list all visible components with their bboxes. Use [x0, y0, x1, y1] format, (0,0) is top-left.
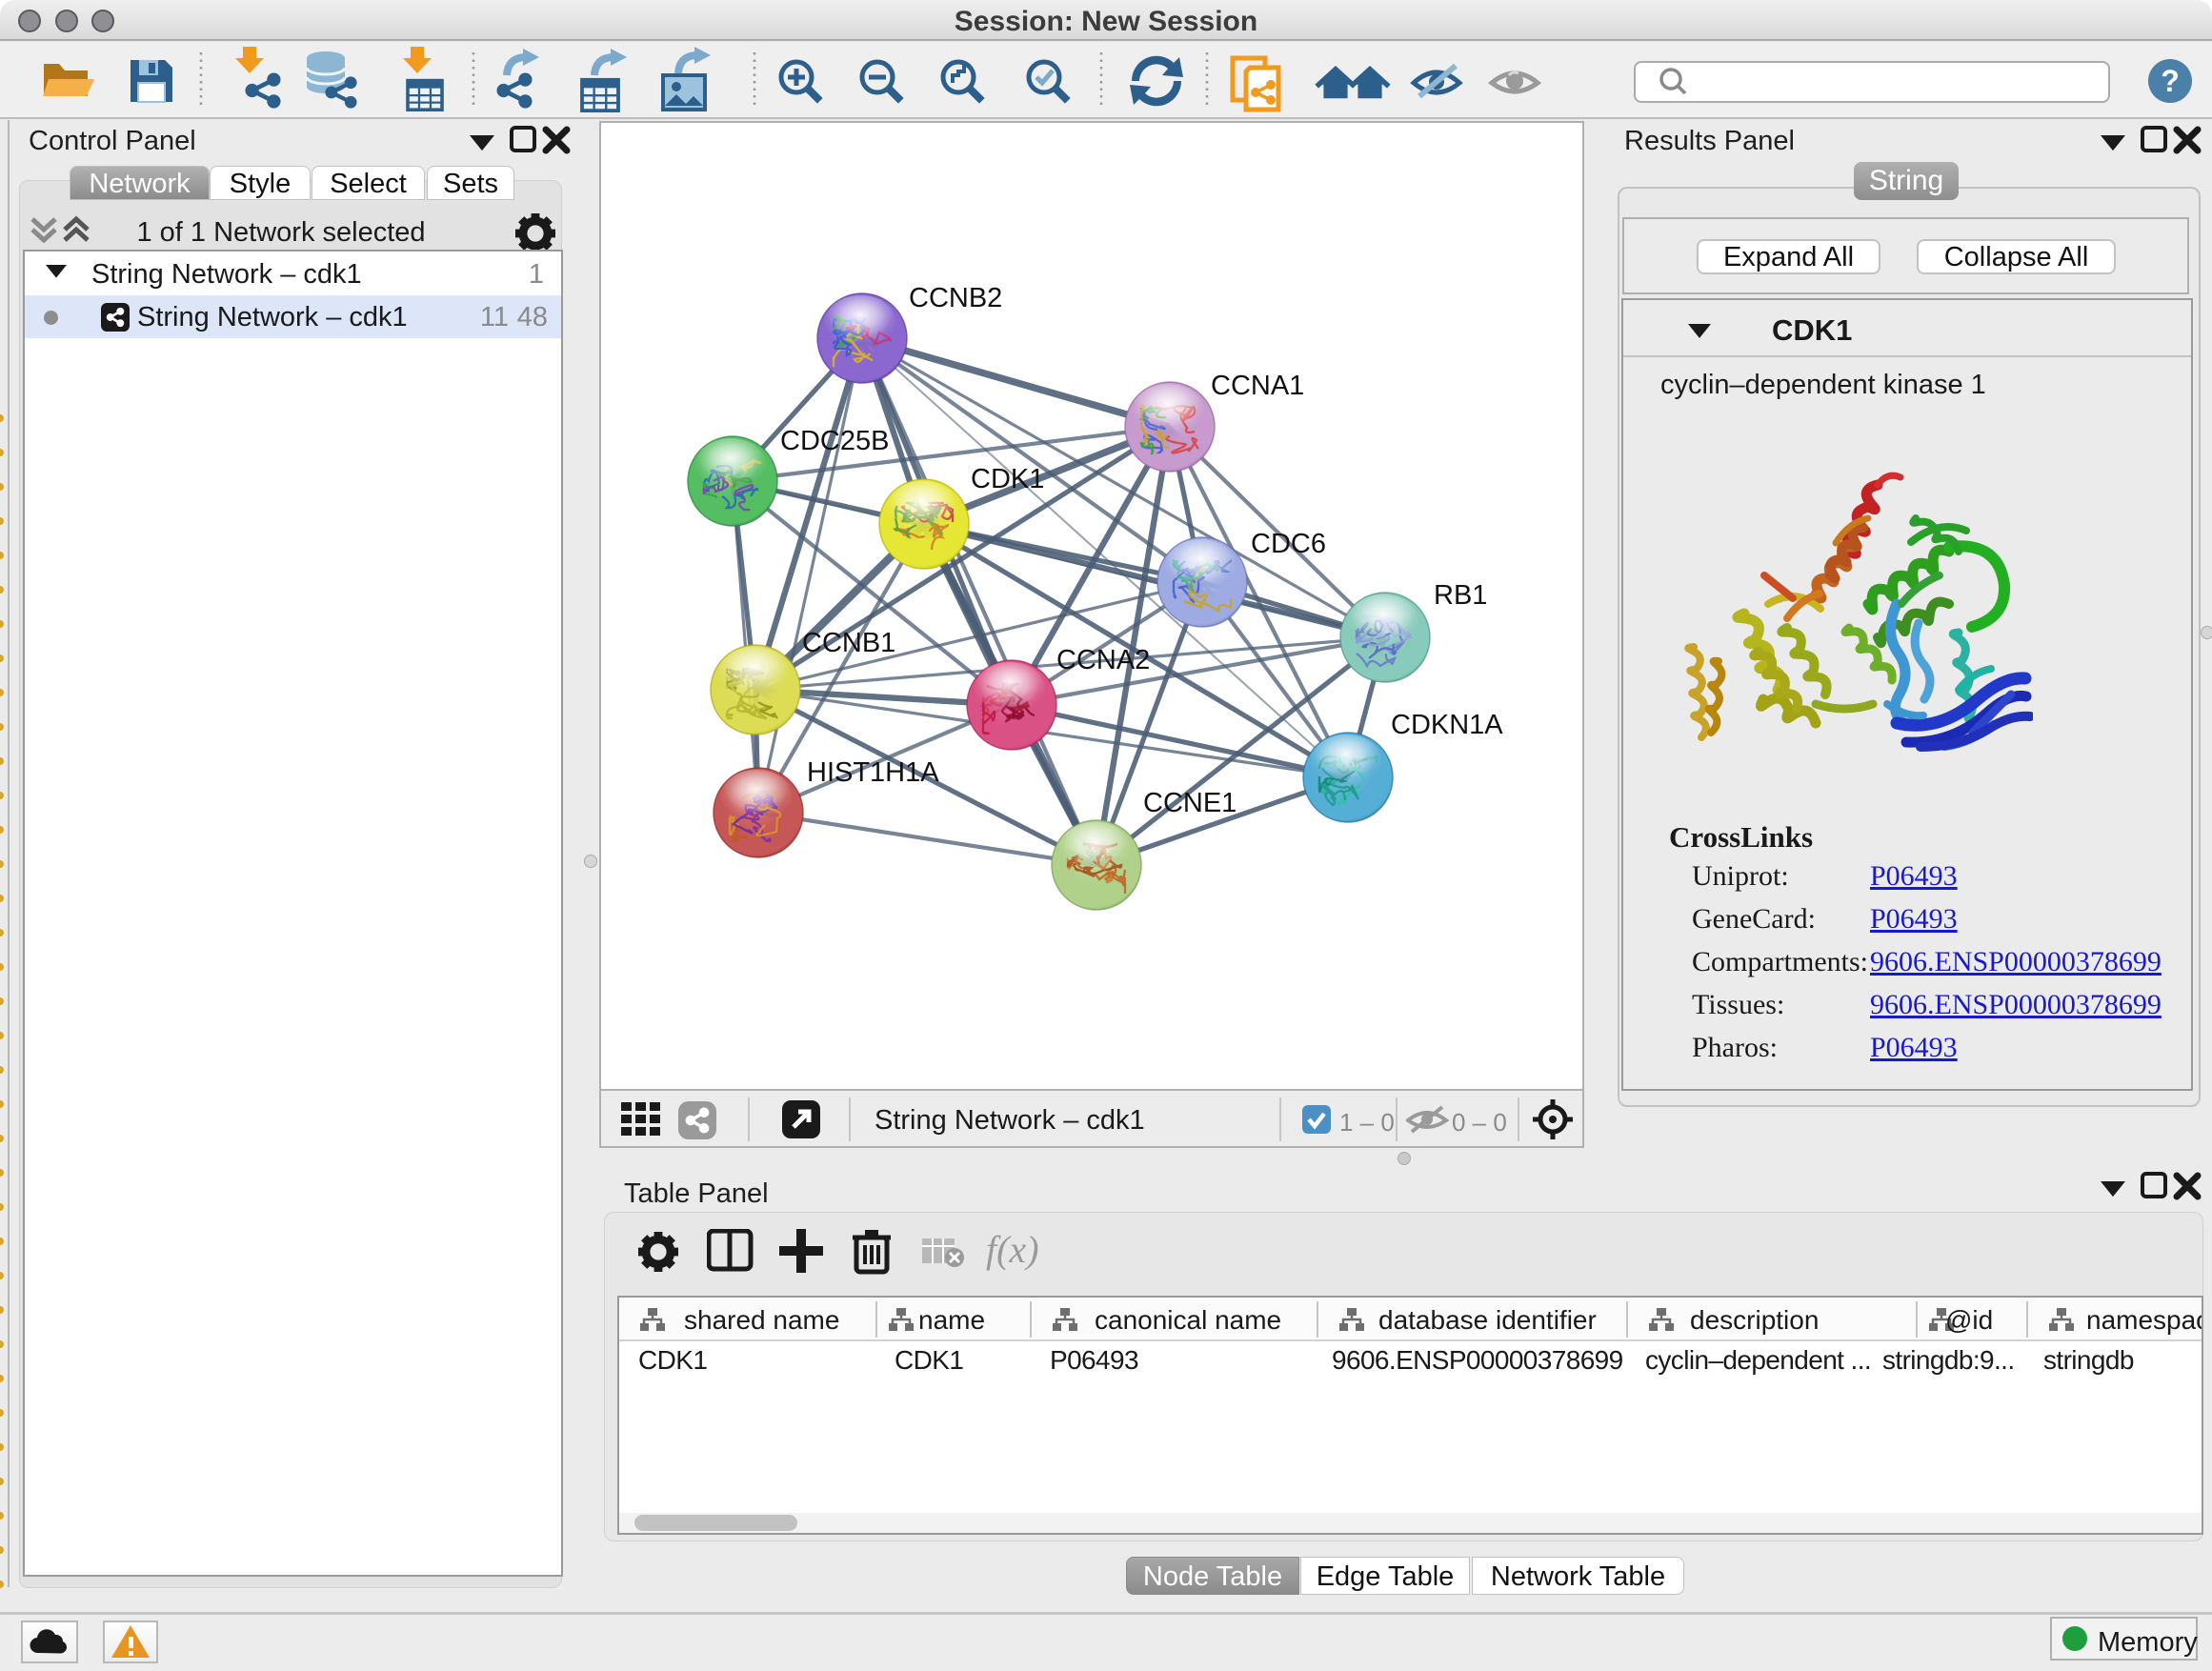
- svg-text:CCNE1: CCNE1: [1143, 788, 1237, 818]
- svg-text:CCNA1: CCNA1: [1211, 371, 1304, 401]
- svg-text:CCNA2: CCNA2: [1056, 645, 1150, 675]
- svg-text:CDC6: CDC6: [1251, 529, 1326, 559]
- svg-text:CDC25B: CDC25B: [780, 426, 889, 456]
- svg-text:HIST1H1A: HIST1H1A: [807, 757, 939, 788]
- svg-text:CCNB1: CCNB1: [802, 628, 895, 658]
- svg-text:RB1: RB1: [1434, 580, 1487, 611]
- svg-text:CDK1: CDK1: [971, 464, 1044, 494]
- svg-text:CCNB2: CCNB2: [909, 283, 1002, 313]
- svg-text:CDKN1A: CDKN1A: [1391, 710, 1503, 740]
